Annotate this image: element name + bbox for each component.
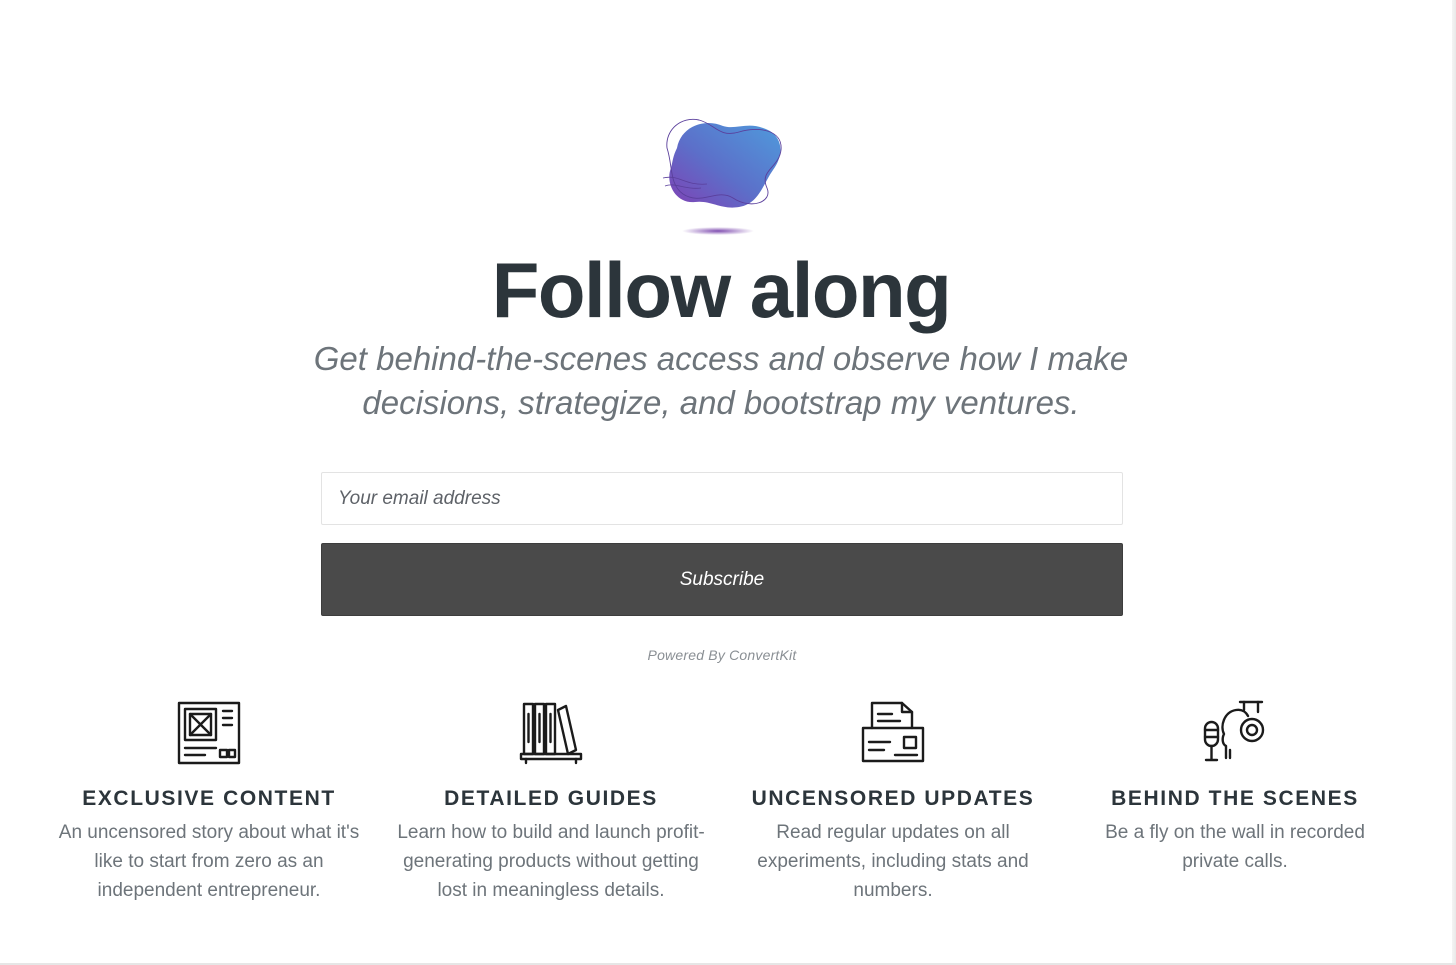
feature-detailed-guides: DETAILED GUIDES Learn how to build and l… — [380, 700, 722, 905]
bookshelf-icon — [519, 702, 583, 765]
features-section: EXCLUSIVE CONTENT An uncensored story ab… — [38, 700, 1406, 920]
feature-description: Read regular updates on all experiments,… — [757, 822, 1029, 901]
feature-title: UNCENSORED UPDATES — [751, 787, 1035, 810]
page-title: Follow along — [491, 246, 952, 334]
feature-description: Learn how to build and launch profit-gen… — [397, 822, 705, 901]
email-field[interactable] — [321, 472, 1123, 525]
powered-by-link[interactable]: Powered By ConvertKit — [321, 647, 1123, 663]
fax-printer-icon — [861, 701, 925, 763]
blob-logo-icon — [662, 118, 782, 235]
content-panel-icon — [177, 701, 241, 765]
subscribe-button[interactable]: Subscribe — [321, 543, 1123, 616]
feature-description: An uncensored story about what it's like… — [58, 822, 360, 901]
feature-title: EXCLUSIVE CONTENT — [82, 787, 336, 810]
window-edge — [1452, 0, 1456, 965]
podcast-microphone-icon — [1203, 700, 1265, 762]
feature-behind-the-scenes: BEHIND THE SCENES Be a fly on the wall i… — [1064, 700, 1406, 876]
feature-title: DETAILED GUIDES — [444, 787, 658, 810]
feature-description: Be a fly on the wall in recorded private… — [1105, 822, 1365, 872]
feature-title: BEHIND THE SCENES — [1111, 787, 1359, 810]
page: Follow along Get behind-the-scenes acces… — [0, 0, 1456, 965]
feature-uncensored-updates: UNCENSORED UPDATES Read regular updates … — [722, 700, 1064, 905]
feature-exclusive-content: EXCLUSIVE CONTENT An uncensored story ab… — [38, 700, 380, 905]
page-subtitle: Get behind-the-scenes access and observe… — [313, 340, 1129, 421]
